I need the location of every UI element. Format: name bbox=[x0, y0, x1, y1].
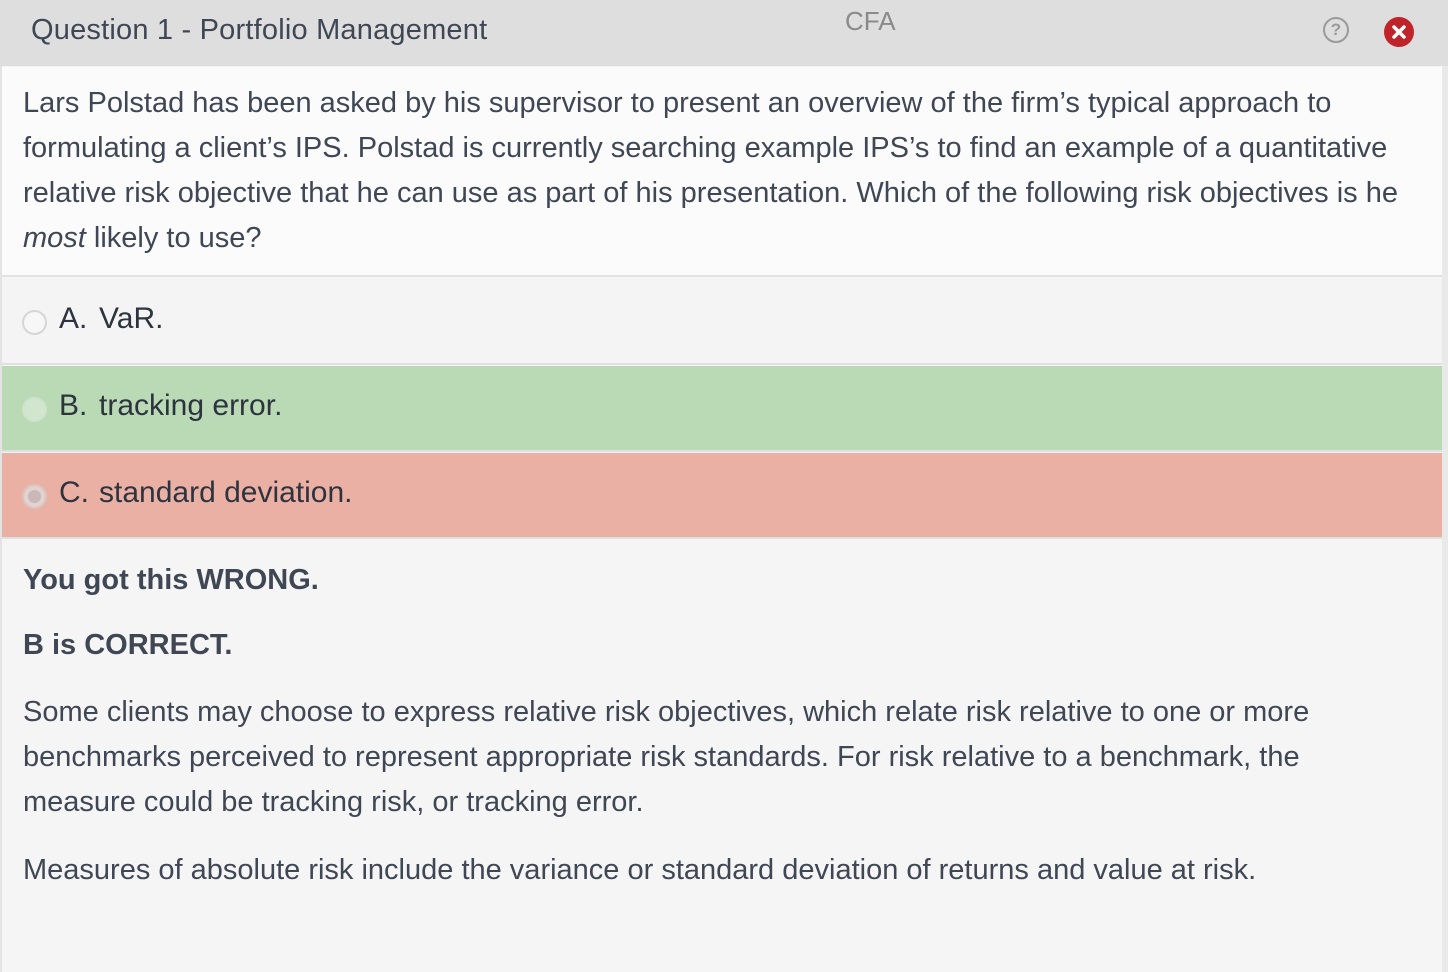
answer-option-b[interactable]: B. tracking error. bbox=[2, 366, 1442, 452]
brand-label: CFA bbox=[845, 6, 896, 36]
answer-text-b: tracking error. bbox=[99, 389, 283, 422]
answer-letter-c: C. bbox=[59, 476, 89, 509]
answer-text-c: standard deviation. bbox=[99, 476, 353, 509]
explanation-paragraph-2: Measures of absolute risk include the va… bbox=[23, 854, 1257, 886]
title-bar: Question 1 - Portfolio Management CFA ? bbox=[0, 0, 1448, 66]
answer-option-a[interactable]: A. VaR. bbox=[2, 279, 1442, 365]
answer-letter-a: A. bbox=[59, 302, 88, 335]
answer-letter-b: B. bbox=[59, 389, 88, 422]
right-border bbox=[1442, 66, 1448, 972]
radio-button-b[interactable] bbox=[22, 397, 47, 422]
radio-button-a[interactable] bbox=[22, 310, 47, 335]
correct-answer-message: B is CORRECT. bbox=[23, 629, 233, 661]
explanation-panel: You got this WRONG. B is CORRECT. Some c… bbox=[2, 540, 1442, 972]
answer-text-a: VaR. bbox=[99, 302, 164, 335]
question-text-end: likely to use? bbox=[85, 222, 262, 254]
result-message: You got this WRONG. bbox=[23, 564, 319, 596]
help-icon[interactable]: ? bbox=[1323, 17, 1349, 43]
question-stem: Lars Polstad has been asked by his super… bbox=[2, 67, 1442, 277]
window-title: Question 1 - Portfolio Management bbox=[31, 14, 488, 46]
close-icon[interactable] bbox=[1384, 17, 1414, 47]
radio-button-c[interactable] bbox=[22, 484, 47, 509]
question-emphasis: most bbox=[23, 222, 86, 254]
answer-option-c[interactable]: C. standard deviation. bbox=[2, 453, 1442, 539]
question-text-start: Lars Polstad has been asked by his super… bbox=[23, 87, 1398, 209]
explanation-paragraph-1: Some clients may choose to express relat… bbox=[23, 696, 1310, 818]
quiz-window: Question 1 - Portfolio Management CFA ? … bbox=[0, 0, 1448, 972]
